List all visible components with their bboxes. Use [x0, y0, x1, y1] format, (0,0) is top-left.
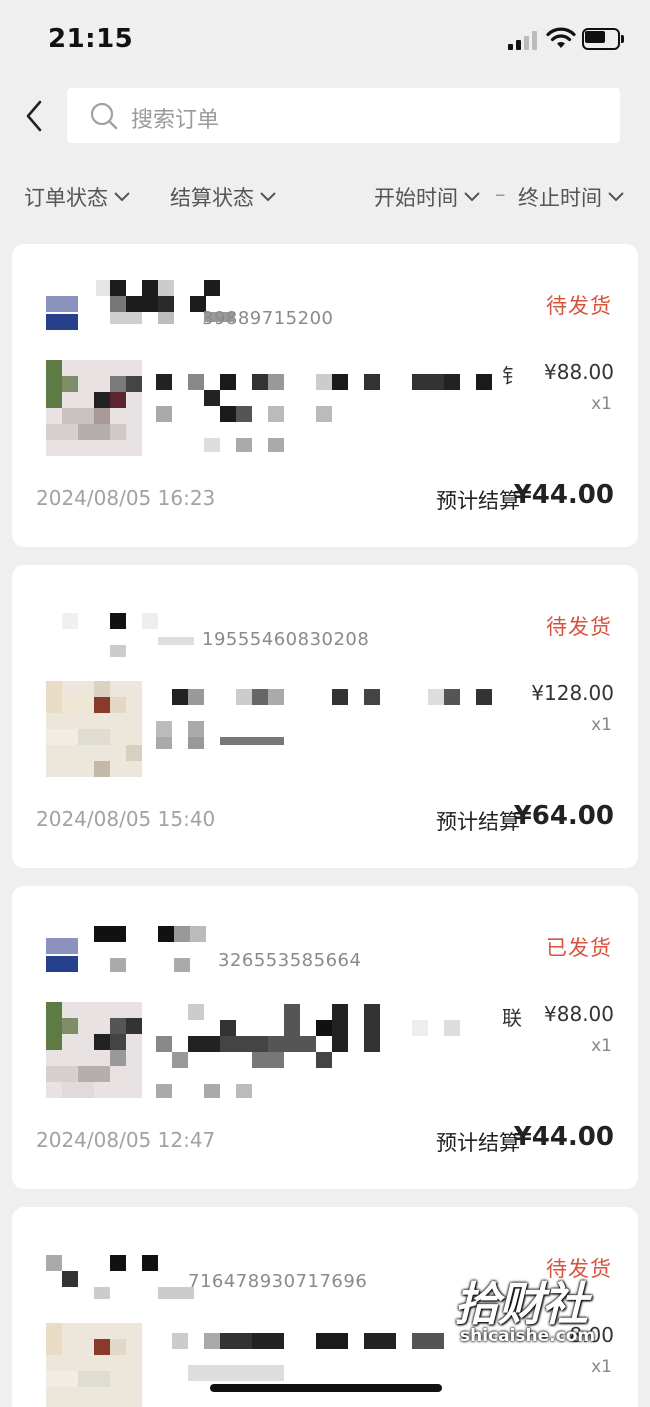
product-thumbnail [46, 360, 142, 456]
product-price: ¥128.00 [531, 681, 614, 705]
order-card[interactable]: 19555460830208 待发货 ¥128.00 x1 2024/08/05… [12, 565, 638, 868]
shop-name-redacted [94, 926, 234, 974]
settlement-label: 预计结算 [436, 489, 520, 513]
product-quantity: x1 [591, 715, 612, 735]
order-card[interactable]: 716478930717696 待发货 8.00 x1 [12, 1207, 638, 1407]
chevron-left-icon [26, 100, 42, 132]
filter-start-time-label: 开始时间 [374, 186, 458, 210]
order-status-badge: 待发货 [546, 615, 612, 639]
order-date: 2024/08/05 15:40 [36, 807, 216, 831]
filter-start-time[interactable]: 开始时间 [374, 182, 480, 212]
product-title-redacted [156, 689, 496, 759]
order-status-badge: 已发货 [546, 936, 612, 960]
search-icon [90, 102, 118, 130]
order-number: 716478930717696 [188, 1271, 368, 1292]
product-thumbnail [46, 1323, 142, 1407]
chevron-down-icon [114, 192, 130, 202]
order-number: 326553585664 [218, 950, 362, 971]
filter-end-time[interactable]: 终止时间 [518, 182, 624, 212]
settlement-amount: ¥64.00 [513, 801, 614, 831]
product-price: 8.00 [569, 1323, 614, 1347]
filter-end-time-label: 终止时间 [518, 186, 602, 210]
filter-settle-status-label: 结算状态 [170, 186, 254, 210]
product-title-fragment: 钅 [502, 364, 522, 388]
wifi-icon [546, 27, 576, 48]
order-number: 39889715200 [202, 308, 334, 329]
status-time: 21:15 [48, 24, 134, 54]
order-card[interactable]: 39889715200 待发货 钅 ¥88.00 x1 2024/08/05 1… [12, 244, 638, 547]
filter-order-status-label: 订单状态 [24, 186, 108, 210]
chevron-down-icon [260, 192, 276, 202]
product-title-redacted [156, 374, 496, 454]
home-indicator[interactable] [210, 1384, 442, 1392]
settlement-label: 预计结算 [436, 1131, 520, 1155]
product-title-redacted [156, 1004, 496, 1100]
shop-name-redacted [46, 1251, 196, 1301]
order-card[interactable]: 326553585664 已发货 联 ¥88.00 x1 2024/08/05 … [12, 886, 638, 1189]
cellular-signal-icon [508, 30, 540, 50]
search-input[interactable]: 搜索订单 [67, 88, 620, 143]
battery-icon [582, 28, 624, 50]
filter-order-status[interactable]: 订单状态 [24, 182, 130, 212]
filter-time-separator: – [495, 182, 506, 206]
chevron-down-icon [464, 192, 480, 202]
shop-avatar [46, 938, 78, 972]
shop-name-redacted [62, 609, 212, 657]
status-bar: 21:15 [0, 0, 650, 80]
product-quantity: x1 [591, 1036, 612, 1056]
order-date: 2024/08/05 12:47 [36, 1128, 216, 1152]
product-thumbnail [46, 1002, 142, 1098]
product-thumbnail [46, 681, 142, 777]
shop-avatar [46, 296, 78, 330]
order-number: 19555460830208 [202, 629, 370, 650]
settlement-amount: ¥44.00 [513, 1122, 614, 1152]
filter-settle-status[interactable]: 结算状态 [170, 182, 276, 212]
order-status-badge: 待发货 [546, 294, 612, 318]
chevron-down-icon [608, 192, 624, 202]
back-button[interactable] [16, 96, 56, 136]
search-placeholder: 搜索订单 [131, 108, 220, 133]
settlement-amount: ¥44.00 [513, 480, 614, 510]
product-price: ¥88.00 [544, 1002, 614, 1026]
product-quantity: x1 [591, 394, 612, 414]
order-date: 2024/08/05 16:23 [36, 486, 216, 510]
order-status-badge: 待发货 [546, 1257, 612, 1281]
product-title-fragment: 联 [502, 1006, 522, 1030]
settlement-label: 预计结算 [436, 810, 520, 834]
product-price: ¥88.00 [544, 360, 614, 384]
product-quantity: x1 [591, 1357, 612, 1377]
